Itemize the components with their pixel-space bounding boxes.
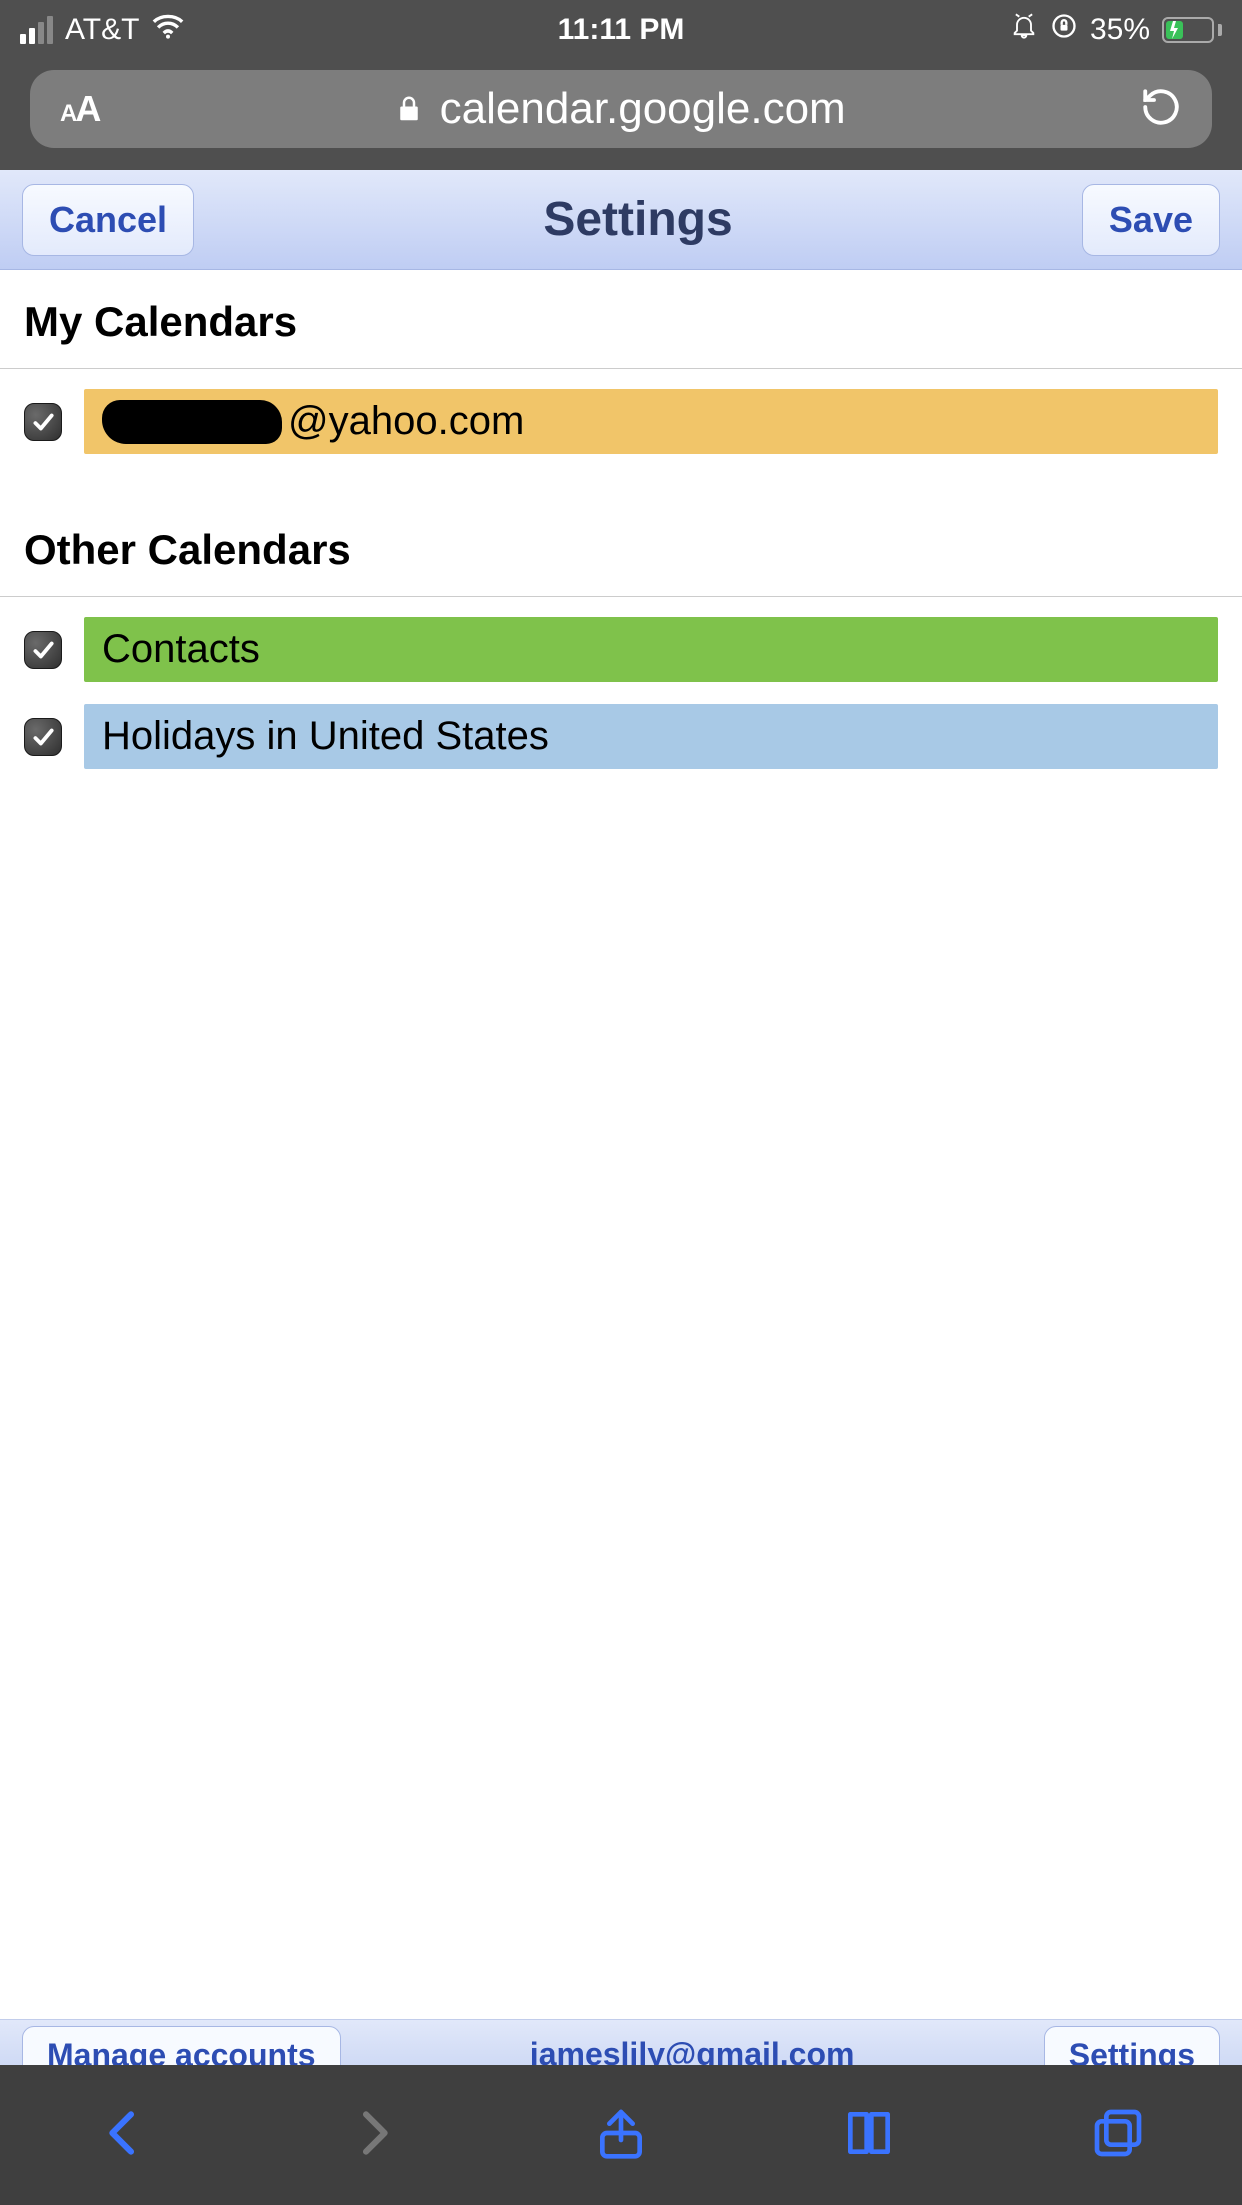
calendar-label: @yahoo.com <box>288 399 524 444</box>
page-title: Settings <box>543 192 732 247</box>
other-calendars-heading: Other Calendars <box>0 498 1242 596</box>
ios-status-bar: AT&T 11:11 PM 35% <box>0 0 1242 60</box>
checkbox-icon[interactable] <box>24 403 62 441</box>
calendar-label: Holidays in United States <box>102 714 549 759</box>
share-button[interactable] <box>593 2105 649 2166</box>
tabs-button[interactable] <box>1090 2105 1146 2166</box>
footer-email: jameslily@gmail.com <box>530 2026 855 2065</box>
safari-address-bar: AA calendar.google.com <box>0 60 1242 170</box>
battery-icon <box>1162 17 1222 43</box>
redacted-text <box>102 400 282 444</box>
back-button[interactable] <box>96 2105 152 2166</box>
lock-icon <box>394 94 424 124</box>
calendar-row-other-0[interactable]: Contacts <box>0 609 1242 690</box>
reload-button[interactable] <box>1140 86 1182 133</box>
wifi-icon <box>151 13 185 47</box>
orientation-lock-icon <box>1050 12 1078 48</box>
bookmarks-button[interactable] <box>841 2105 897 2166</box>
page-footer: Manage accounts jameslily@gmail.com Sett… <box>0 2019 1242 2065</box>
checkbox-icon[interactable] <box>24 631 62 669</box>
url-text: calendar.google.com <box>440 84 846 134</box>
alarm-icon <box>1010 12 1038 48</box>
checkbox-icon[interactable] <box>24 718 62 756</box>
safari-toolbar <box>0 2065 1242 2205</box>
signal-icon <box>20 16 53 44</box>
calendar-label: Contacts <box>102 627 260 672</box>
manage-accounts-button[interactable]: Manage accounts <box>22 2026 341 2065</box>
my-calendars-heading: My Calendars <box>0 270 1242 368</box>
calendar-row-my-0[interactable]: @yahoo.com <box>0 381 1242 462</box>
carrier-label: AT&T <box>65 13 139 47</box>
battery-pct-label: 35% <box>1090 13 1150 47</box>
save-button[interactable]: Save <box>1082 184 1220 256</box>
text-size-button[interactable]: AA <box>60 88 99 130</box>
clock-label: 11:11 PM <box>558 13 685 47</box>
cancel-button[interactable]: Cancel <box>22 184 194 256</box>
footer-settings-button[interactable]: Settings <box>1044 2026 1220 2065</box>
page-header: Cancel Settings Save <box>0 170 1242 270</box>
url-display[interactable]: calendar.google.com <box>99 84 1140 134</box>
forward-button[interactable] <box>345 2105 401 2166</box>
calendar-row-other-1[interactable]: Holidays in United States <box>0 696 1242 777</box>
